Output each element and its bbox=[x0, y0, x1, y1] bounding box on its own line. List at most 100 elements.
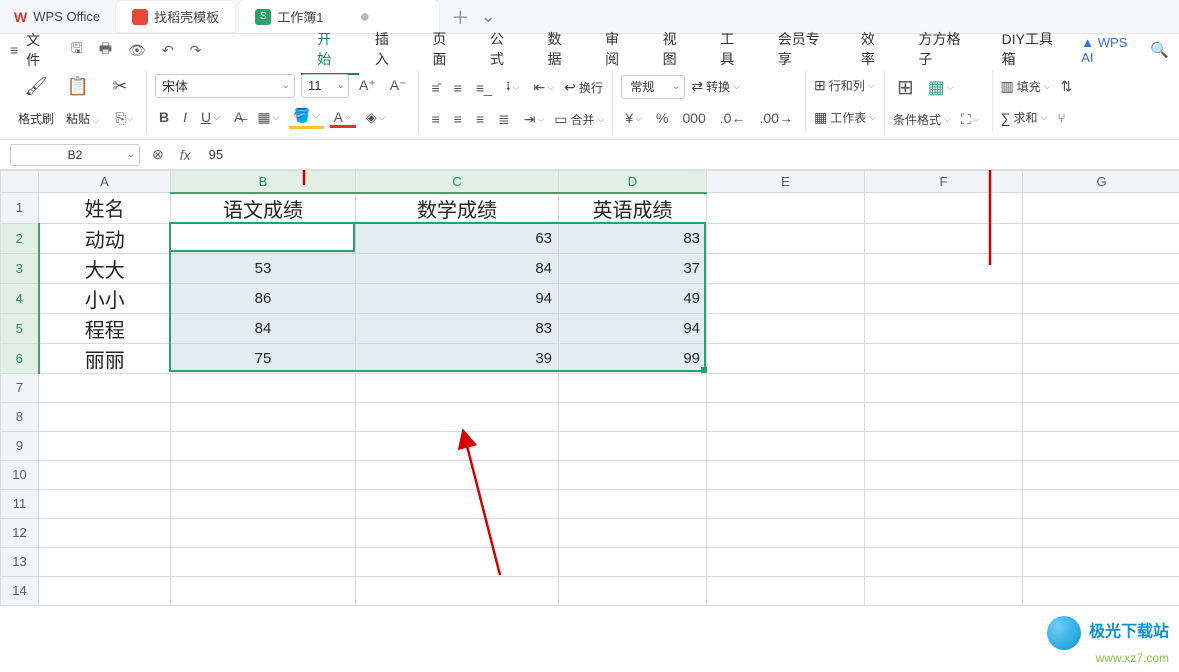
row-header-2[interactable]: 2 bbox=[1, 223, 39, 253]
align-bottom-icon[interactable]: ≡_ bbox=[472, 78, 496, 98]
menu-tab-formula[interactable]: 公式 bbox=[474, 25, 532, 75]
justify-icon[interactable]: ≣ bbox=[494, 109, 514, 130]
italic-button[interactable]: I bbox=[179, 107, 191, 127]
col-header-G[interactable]: G bbox=[1023, 171, 1179, 193]
cell-D6[interactable]: 99 bbox=[559, 343, 707, 373]
indent-increase-icon[interactable]: ⇥ bbox=[520, 109, 549, 130]
strike-button[interactable]: A̶ bbox=[230, 107, 247, 127]
merge-button[interactable]: ▭合并 bbox=[554, 111, 604, 128]
menu-tab-insert[interactable]: 插入 bbox=[359, 25, 417, 75]
cell-B1[interactable]: 语文成绩 bbox=[171, 193, 356, 224]
cell-B3[interactable]: 53 bbox=[171, 253, 356, 283]
menu-tab-diy[interactable]: DIY工具箱 bbox=[986, 25, 1078, 75]
increase-font-icon[interactable]: A⁺ bbox=[355, 75, 380, 96]
row-header-4[interactable]: 4 bbox=[1, 283, 39, 313]
cell-C2[interactable]: 63 bbox=[356, 223, 559, 253]
font-name-select[interactable]: 宋体 bbox=[155, 74, 295, 98]
formula-input[interactable] bbox=[203, 144, 1169, 166]
cell-C4[interactable]: 94 bbox=[356, 283, 559, 313]
col-header-C[interactable]: C bbox=[356, 171, 559, 193]
fx-icon[interactable]: fx bbox=[176, 147, 195, 163]
percent-icon[interactable]: % bbox=[652, 108, 672, 128]
decrease-font-icon[interactable]: A⁻ bbox=[386, 75, 411, 96]
cell-A1[interactable]: 姓名 bbox=[39, 193, 171, 224]
row-header-6[interactable]: 6 bbox=[1, 343, 39, 373]
crop-icon[interactable]: ⛶ bbox=[957, 109, 984, 130]
align-right-icon[interactable]: ≡ bbox=[472, 109, 488, 129]
cell-B2[interactable]: 95 bbox=[171, 223, 356, 253]
rowcol-button[interactable]: ⊞行和列 bbox=[814, 77, 875, 94]
col-header-E[interactable]: E bbox=[707, 171, 865, 193]
cell-C1[interactable]: 数学成绩 bbox=[356, 193, 559, 224]
convert-button[interactable]: ⇄转换 bbox=[691, 78, 740, 95]
decrease-decimal-icon[interactable]: .0← bbox=[716, 108, 750, 128]
border-button[interactable]: ▦ bbox=[253, 107, 283, 128]
align-left-icon[interactable]: ≡ bbox=[427, 109, 443, 129]
menu-burger-icon[interactable]: ≡ bbox=[10, 42, 18, 58]
comma-icon[interactable]: 000 bbox=[678, 108, 709, 128]
search-icon[interactable]: 🔍 bbox=[1150, 41, 1169, 59]
print-preview-icon[interactable]: 👁 bbox=[122, 42, 152, 59]
cell-A2[interactable]: 动动 bbox=[39, 223, 171, 253]
copy-dropdown[interactable]: ⎘ bbox=[111, 108, 137, 129]
menu-tab-view[interactable]: 视图 bbox=[647, 25, 705, 75]
save-icon[interactable]: 🖫 bbox=[65, 38, 89, 62]
table-style-icon[interactable]: ⊞ bbox=[893, 73, 918, 102]
cell-A6[interactable]: 丽丽 bbox=[39, 343, 171, 373]
wps-ai-button[interactable]: ▲ WPS AI bbox=[1081, 35, 1138, 65]
cell-B5[interactable]: 84 bbox=[171, 313, 356, 343]
cell-F1[interactable] bbox=[865, 193, 1023, 224]
bold-button[interactable]: B bbox=[155, 107, 173, 127]
cell-D5[interactable]: 94 bbox=[559, 313, 707, 343]
undo-icon[interactable]: ↶ bbox=[156, 42, 180, 59]
name-box[interactable]: B2 bbox=[10, 144, 140, 166]
cell-E1[interactable] bbox=[707, 193, 865, 224]
menu-tab-ffgz[interactable]: 方方格子 bbox=[902, 25, 985, 75]
align-top-icon[interactable]: ≡̄ bbox=[427, 78, 443, 98]
cell-C3[interactable]: 84 bbox=[356, 253, 559, 283]
cell-A5[interactable]: 程程 bbox=[39, 313, 171, 343]
redo-icon[interactable]: ↷ bbox=[184, 42, 208, 59]
font-size-select[interactable]: 11 bbox=[301, 74, 349, 98]
cell-D1[interactable]: 英语成绩 bbox=[559, 193, 707, 224]
wrap-text-button[interactable]: ↩换行 bbox=[564, 79, 603, 96]
col-header-D[interactable]: D bbox=[559, 171, 707, 193]
sort-icon[interactable]: ⇅ bbox=[1057, 76, 1077, 97]
cond-format-button[interactable]: 条件格式 bbox=[893, 111, 951, 128]
font-color-button[interactable]: A bbox=[330, 107, 356, 128]
number-format-select[interactable]: 常规 bbox=[621, 75, 685, 99]
menu-tab-vip[interactable]: 会员专享 bbox=[762, 25, 845, 75]
increase-decimal-icon[interactable]: .00→ bbox=[755, 108, 796, 128]
row-header-3[interactable]: 3 bbox=[1, 253, 39, 283]
menu-file[interactable]: 文件 bbox=[26, 30, 53, 70]
cell-C5[interactable]: 83 bbox=[356, 313, 559, 343]
col-header-F[interactable]: F bbox=[865, 171, 1023, 193]
cell-D4[interactable]: 49 bbox=[559, 283, 707, 313]
cell-D3[interactable]: 37 bbox=[559, 253, 707, 283]
sum-button[interactable]: ∑求和 bbox=[1001, 109, 1048, 126]
row-header-1[interactable]: 1 bbox=[1, 193, 39, 224]
clear-format-button[interactable]: ◈ bbox=[362, 107, 390, 128]
cell-G1[interactable] bbox=[1023, 193, 1179, 224]
col-header-A[interactable]: A bbox=[39, 171, 171, 193]
filter-icon[interactable]: ⑂ bbox=[1053, 108, 1069, 128]
cell-style-icon[interactable]: ▦ bbox=[924, 75, 958, 100]
paste-label[interactable]: 粘贴 bbox=[66, 110, 99, 127]
fill-color-button[interactable]: 🪣 bbox=[289, 105, 323, 129]
spreadsheet-grid[interactable]: A B C D E F G 1 姓名 语文成绩 数学成绩 英语成绩 2 动动 9… bbox=[0, 170, 1179, 606]
menu-tab-start[interactable]: 开始 bbox=[301, 25, 359, 75]
tab-templates[interactable]: 找稻壳模板 bbox=[116, 1, 235, 32]
select-all-corner[interactable] bbox=[1, 171, 39, 193]
fill-button[interactable]: ▥填充 bbox=[1001, 78, 1051, 95]
align-center-icon[interactable]: ≡ bbox=[450, 109, 466, 129]
cell-B6[interactable]: 75 bbox=[171, 343, 356, 373]
paste-button[interactable]: 📋 bbox=[60, 74, 96, 99]
cell-A3[interactable]: 大大 bbox=[39, 253, 171, 283]
cell-C6[interactable]: 39 bbox=[356, 343, 559, 373]
currency-icon[interactable]: ¥ bbox=[621, 108, 646, 128]
menu-tab-page[interactable]: 页面 bbox=[416, 25, 474, 75]
menu-tab-tools[interactable]: 工具 bbox=[704, 25, 762, 75]
format-painter-button[interactable]: 🖌 bbox=[18, 74, 54, 99]
col-header-B[interactable]: B bbox=[171, 171, 356, 193]
print-icon[interactable]: 🖶 bbox=[93, 38, 118, 62]
